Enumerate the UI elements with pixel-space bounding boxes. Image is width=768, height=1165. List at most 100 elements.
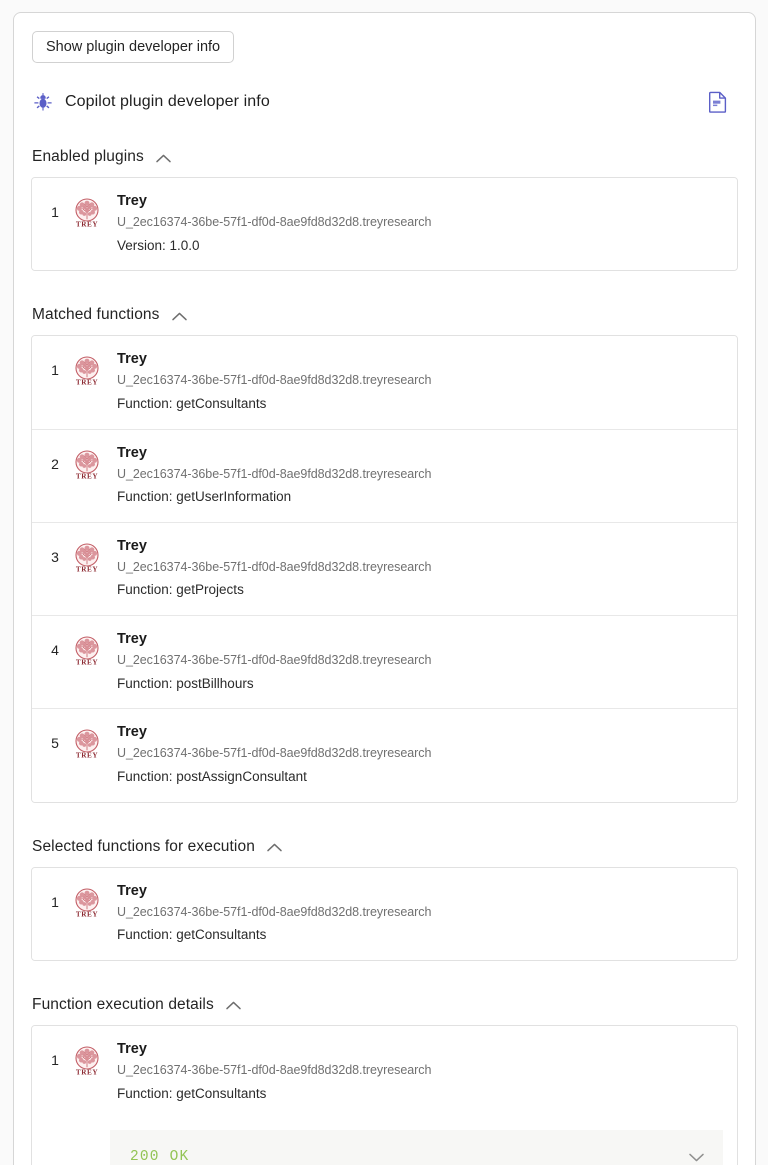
trey-logo: TREY xyxy=(70,449,104,483)
plugin-id: U_2ec16374-36be-57f1-df0d-8ae9fd8d32d8.t… xyxy=(117,653,432,668)
svg-text:TREY: TREY xyxy=(76,472,99,480)
row-index: 1 xyxy=(51,362,59,379)
plugin-meta: Function: getConsultants xyxy=(117,1085,267,1101)
section-header-function-execution-details[interactable]: Function execution details xyxy=(31,996,738,1014)
section-title: Matched functions xyxy=(32,306,160,324)
plugin-meta: Function: getConsultants xyxy=(117,395,267,411)
table-row: 1 TREY Trey U_2ec16374-36be-57f1-df0d-8ae9f… xyxy=(32,178,737,271)
section-title: Function execution details xyxy=(32,995,214,1013)
row-index: 5 xyxy=(51,735,59,752)
panel-title: Copilot plugin developer info xyxy=(65,93,270,110)
plugin-entry: 4 TREY Trey U_2ec16374-36be-57f1-df0d-8ae9f… xyxy=(32,616,737,710)
plugin-name: Trey xyxy=(117,444,148,461)
plugin-id: U_2ec16374-36be-57f1-df0d-8ae9fd8d32d8.t… xyxy=(117,373,432,388)
response-container: 200 OK xyxy=(110,1130,737,1165)
section-card-enabled-plugins: 1 TREY Trey U_2ec16374-36be-57f1-df0d-8ae9f… xyxy=(31,177,738,272)
document-icon[interactable] xyxy=(708,91,728,113)
table-row: 5 TREY Trey U_2ec16374-36be-57f1-df0d-8ae9f… xyxy=(32,709,737,802)
table-row: 3 TREY Trey U_2ec16374-36be-57f1-df0d-8ae9f… xyxy=(32,522,737,616)
plugin-id: U_2ec16374-36be-57f1-df0d-8ae9fd8d32d8.t… xyxy=(117,904,432,919)
svg-text:TREY: TREY xyxy=(76,659,99,667)
trey-logo: TREY xyxy=(70,355,104,389)
plugin-meta: Function: postBillhours xyxy=(117,675,254,691)
plugin-name: Trey xyxy=(117,1040,148,1057)
section-title: Selected functions for execution xyxy=(32,837,255,855)
row-body: Trey U_2ec16374-36be-57f1-df0d-8ae9fd8d32… xyxy=(117,881,723,947)
table-row: 2 TREY Trey U_2ec16374-36be-57f1-df0d-8ae9f… xyxy=(32,429,737,522)
trey-logo: TREY xyxy=(70,197,104,231)
svg-text:TREY: TREY xyxy=(76,910,99,918)
trey-logo: TREY xyxy=(70,635,104,669)
row-body: Trey U_2ec16374-36be-57f1-df0d-8ae9fd8d32… xyxy=(117,443,723,509)
row-body: Trey U_2ec16374-36be-57f1-df0d-8ae9fd8d32… xyxy=(117,349,723,415)
plugin-id: U_2ec16374-36be-57f1-df0d-8ae9fd8d32d8.t… xyxy=(117,466,432,481)
plugin-entry: 1 TREY Trey U_2ec16374-36be-57f1-df0d-8ae9f… xyxy=(32,178,737,271)
bug-icon xyxy=(33,92,53,112)
plugin-meta: Function: getProjects xyxy=(117,582,244,598)
row-index: 1 xyxy=(51,1051,59,1068)
svg-text:TREY: TREY xyxy=(76,379,99,387)
plugin-meta: Function: getUserInformation xyxy=(117,489,292,505)
page-root: Show plugin developer info Copilot plugi… xyxy=(0,0,768,1165)
section-card-selected-functions-for-execution: 1 TREY Trey U_2ec16374-36be-57f1-df0d-8ae9f… xyxy=(31,866,738,961)
panel-header: Copilot plugin developer info xyxy=(31,91,738,113)
plugin-id: U_2ec16374-36be-57f1-df0d-8ae9fd8d32d8.t… xyxy=(117,1062,432,1077)
section-title: Enabled plugins xyxy=(32,148,144,165)
section-header-enabled-plugins[interactable]: Enabled plugins xyxy=(31,148,738,166)
svg-text:TREY: TREY xyxy=(76,565,99,573)
row-index: 1 xyxy=(51,204,59,220)
section-header-matched-functions[interactable]: Matched functions xyxy=(31,306,738,324)
trey-logo: TREY xyxy=(70,728,104,762)
row-index: 1 xyxy=(51,893,59,910)
plugin-entry: 1 TREY Trey U_2ec16374-36be-57f1-df0d-8ae9f… xyxy=(32,1025,737,1165)
response-status-bar[interactable]: 200 OK xyxy=(110,1130,723,1165)
row-index: 2 xyxy=(51,455,59,472)
svg-text:TREY: TREY xyxy=(76,752,99,760)
chevron-up-icon[interactable] xyxy=(155,150,171,165)
plugin-id: U_2ec16374-36be-57f1-df0d-8ae9fd8d32d8.t… xyxy=(117,559,432,574)
table-row: 1 TREY Trey U_2ec16374-36be-57f1-df0d-8ae9f… xyxy=(32,867,737,960)
plugin-entry: 5 TREY Trey U_2ec16374-36be-57f1-df0d-8ae9f… xyxy=(32,709,737,802)
row-body: Trey U_2ec16374-36be-57f1-df0d-8ae9fd8d32… xyxy=(117,629,723,695)
plugin-meta: Function: getConsultants xyxy=(117,927,267,943)
sections-container: Enabled plugins 1 TREY Trey U_2ec16374-36be-… xyxy=(31,148,738,1165)
plugin-name: Trey xyxy=(117,537,148,554)
trey-logo: TREY xyxy=(70,542,104,576)
plugin-entry: 2 TREY Trey U_2ec16374-36be-57f1-df0d-8ae9f… xyxy=(32,429,737,523)
chevron-down-icon[interactable] xyxy=(688,1149,705,1165)
plugin-name: Trey xyxy=(117,631,148,648)
chevron-up-icon[interactable] xyxy=(266,839,282,854)
svg-text:TREY: TREY xyxy=(76,221,99,229)
section-card-function-execution-details: 1 TREY Trey U_2ec16374-36be-57f1-df0d-8ae9f… xyxy=(31,1024,738,1165)
row-body: Trey U_2ec16374-36be-57f1-df0d-8ae9fd8d32… xyxy=(117,536,723,602)
trey-logo: TREY xyxy=(70,1045,104,1079)
row-index: 4 xyxy=(51,642,59,659)
svg-text:TREY: TREY xyxy=(76,1068,99,1076)
chevron-up-icon[interactable] xyxy=(225,997,241,1012)
section-card-matched-functions: 1 TREY Trey U_2ec16374-36be-57f1-df0d-8ae9f… xyxy=(31,335,738,803)
show-plugin-developer-info-button[interactable]: Show plugin developer info xyxy=(32,31,235,63)
plugin-entry: 1 TREY Trey U_2ec16374-36be-57f1-df0d-8ae9f… xyxy=(32,336,737,430)
plugin-id: U_2ec16374-36be-57f1-df0d-8ae9fd8d32d8.t… xyxy=(117,746,432,761)
plugin-developer-info-panel: Show plugin developer info Copilot plugi… xyxy=(13,12,756,1165)
section-header-selected-functions-for-execution[interactable]: Selected functions for execution xyxy=(31,838,738,856)
plugin-meta: Function: postAssignConsultant xyxy=(117,768,307,784)
plugin-name: Trey xyxy=(117,724,148,741)
plugin-entry: 3 TREY Trey U_2ec16374-36be-57f1-df0d-8ae9f… xyxy=(32,522,737,617)
row-body: Trey U_2ec16374-36be-57f1-df0d-8ae9fd8d32… xyxy=(117,1039,723,1105)
table-row: 1 TREY Trey U_2ec16374-36be-57f1-df0d-8ae9f… xyxy=(32,336,737,429)
trey-logo: TREY xyxy=(70,887,104,921)
row-body: Trey U_2ec16374-36be-57f1-df0d-8ae9fd8d32… xyxy=(117,191,723,257)
chevron-up-icon[interactable] xyxy=(171,308,187,323)
table-row: 1 TREY Trey U_2ec16374-36be-57f1-df0d-8ae9f… xyxy=(32,1025,737,1119)
plugin-name: Trey xyxy=(117,351,148,368)
plugin-entry: 1 TREY Trey U_2ec16374-36be-57f1-df0d-8ae9f… xyxy=(32,867,737,960)
status-badge: 200 OK xyxy=(130,1149,190,1165)
plugin-id: U_2ec16374-36be-57f1-df0d-8ae9fd8d32d8.t… xyxy=(117,215,432,230)
row-index: 3 xyxy=(51,548,59,565)
plugin-name: Trey xyxy=(117,882,148,899)
plugin-name: Trey xyxy=(117,193,148,209)
table-row: 4 TREY Trey U_2ec16374-36be-57f1-df0d-8ae9f… xyxy=(32,616,737,709)
row-body: Trey U_2ec16374-36be-57f1-df0d-8ae9fd8d32… xyxy=(117,722,723,788)
plugin-meta: Version: 1.0.0 xyxy=(117,237,200,253)
